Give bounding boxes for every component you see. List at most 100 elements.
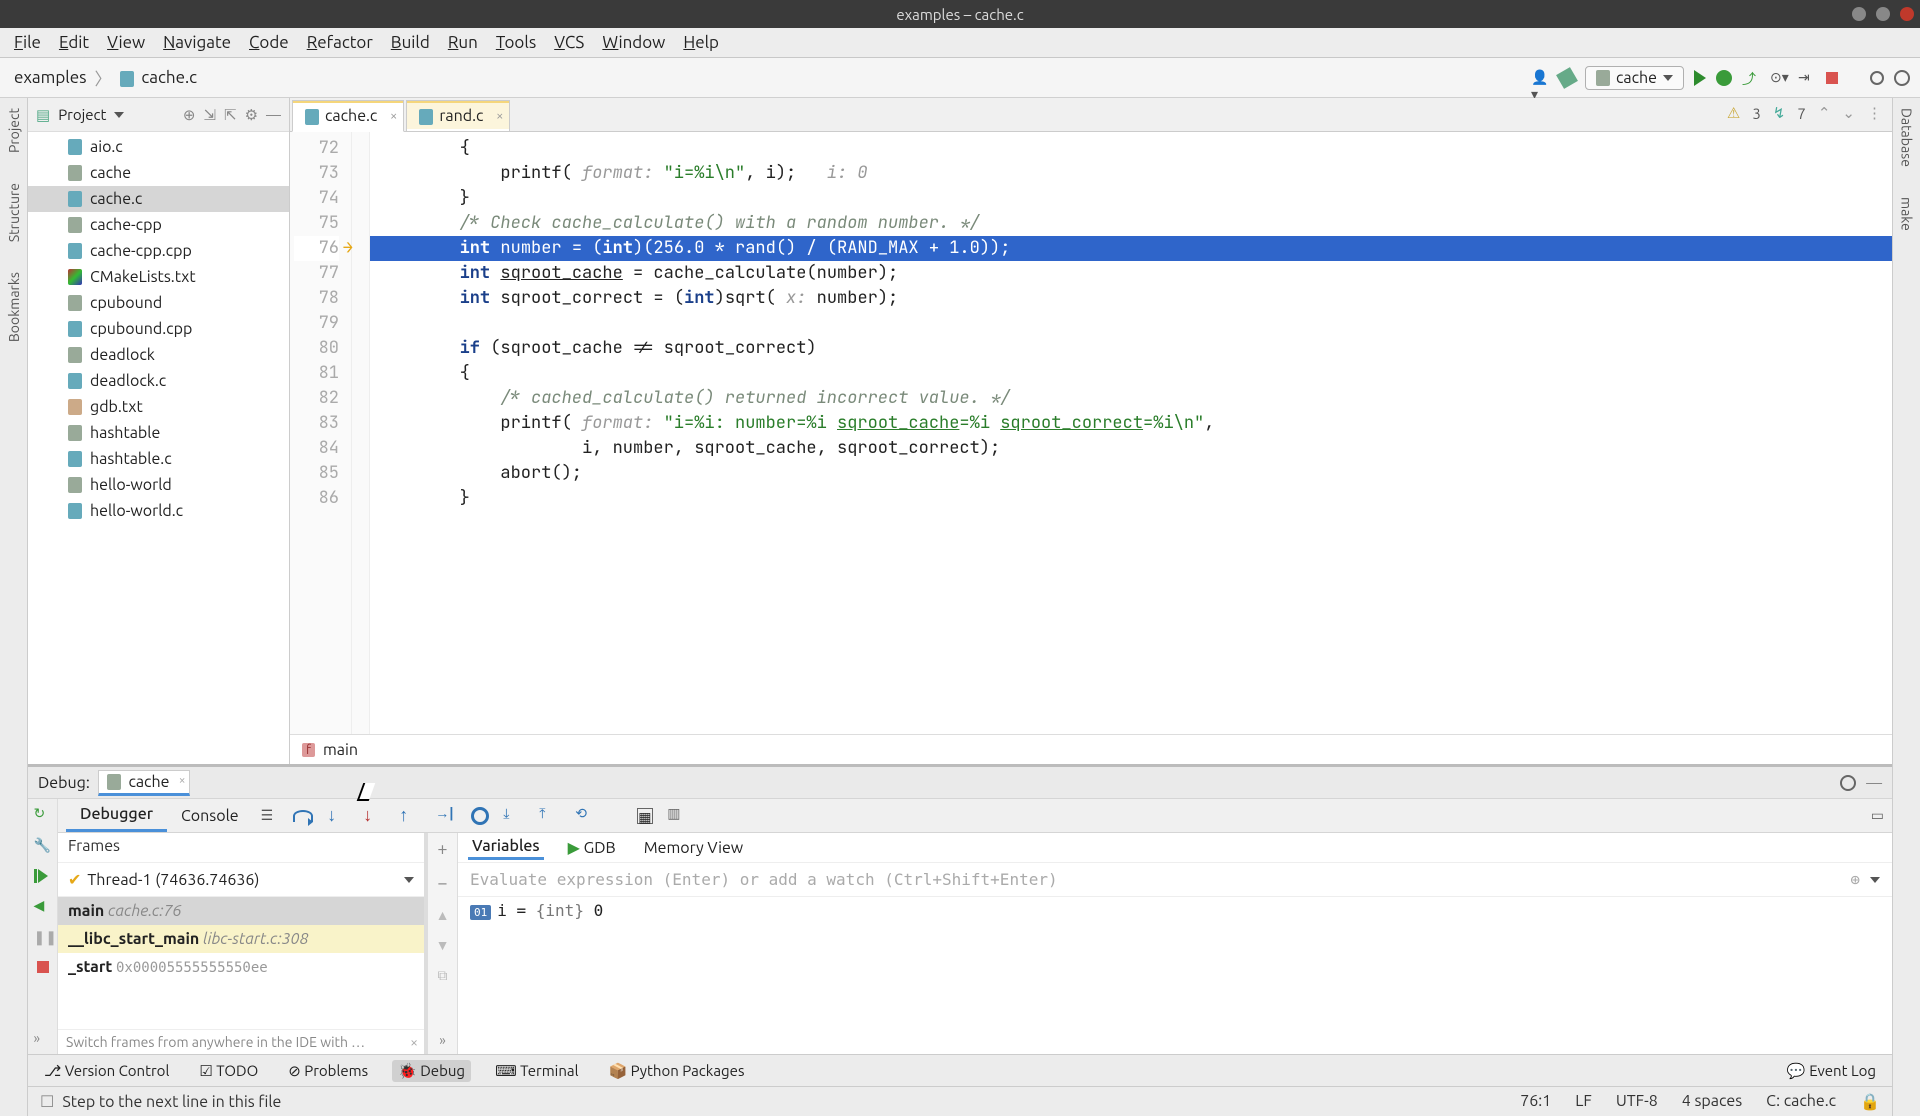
tool-tab-database[interactable]: Database (1899, 108, 1915, 167)
code-line[interactable]: if (sqroot_cache != sqroot_correct) (370, 336, 1892, 361)
tool-tab-structure[interactable]: Structure (6, 183, 22, 242)
step-into-button[interactable] (327, 805, 349, 827)
line-number[interactable]: 84 (294, 436, 339, 461)
coverage-button[interactable]: ⤴ (1742, 69, 1760, 87)
file-item[interactable]: aio.c (28, 134, 289, 160)
drop-frame-button[interactable]: ⤒ (539, 805, 561, 827)
code-line[interactable]: int sqroot_correct = (int)sqrt( x: numbe… (370, 286, 1892, 311)
menu-build[interactable]: Build (383, 31, 438, 54)
close-icon[interactable]: × (390, 109, 397, 123)
file-item[interactable]: hashtable.c (28, 446, 289, 472)
step-over-button[interactable] (293, 810, 313, 822)
tool-version-control[interactable]: ⎇ Version Control (38, 1060, 175, 1082)
menu-window[interactable]: Window (594, 31, 673, 54)
status-context[interactable]: C: cache.c (1766, 1092, 1836, 1111)
menu-tools[interactable]: Tools (488, 31, 544, 54)
file-item[interactable]: cache-cpp (28, 212, 289, 238)
add-watch-icon[interactable]: + (437, 839, 447, 859)
line-number[interactable]: 79 (294, 311, 339, 336)
tool-tab-bookmarks[interactable]: Bookmarks (6, 272, 22, 342)
crumb-project[interactable]: examples (10, 66, 91, 89)
run-config-selector[interactable]: cache (1585, 66, 1684, 90)
tool-python-packages[interactable]: 📦 Python Packages (603, 1060, 751, 1082)
context-crumb[interactable]: main (323, 741, 358, 759)
stack-frame[interactable]: _start 0x00005555555550ee (58, 953, 424, 981)
window-close-button[interactable] (1900, 7, 1914, 21)
menu-vcs[interactable]: VCS (546, 31, 592, 54)
debug-session-tab[interactable]: cache × (98, 770, 191, 796)
code-line[interactable]: printf( format: "i=%i: number=%i sqroot_… (370, 411, 1892, 436)
code-line[interactable]: { (370, 361, 1892, 386)
menu-help[interactable]: Help (675, 31, 727, 54)
calc-icon[interactable]: ▦ (637, 808, 653, 824)
code-line[interactable]: { (370, 136, 1892, 161)
prev-highlight-icon[interactable]: ⌃ (1818, 104, 1831, 122)
user-icon[interactable]: 👤▾ (1531, 69, 1549, 87)
step-out-button[interactable] (399, 805, 421, 827)
chevron-down-icon[interactable] (1870, 877, 1880, 883)
watch-input[interactable]: Evaluate expression (Enter) or add a wat… (458, 863, 1892, 897)
trace-current-button[interactable]: ⤓ (503, 805, 525, 827)
layout-icon[interactable]: ▭ (1871, 807, 1884, 824)
stack-frame[interactable]: main cache.c:76 (58, 897, 424, 925)
code-line[interactable]: } (370, 186, 1892, 211)
file-item[interactable]: hello-world.c (28, 498, 289, 524)
thread-selector[interactable]: ✔ Thread-1 (74636.74636) (58, 863, 424, 897)
more-icon[interactable]: » (439, 1032, 446, 1048)
line-number[interactable]: 75 (294, 211, 339, 236)
menu-edit[interactable]: Edit (51, 31, 97, 54)
evaluate-button[interactable] (471, 807, 489, 825)
variable-row[interactable]: 01i = {int} 0 (470, 901, 1880, 920)
stack-frame[interactable]: __libc_start_main libc-start.c:308 (58, 925, 424, 953)
stop-debug-button[interactable] (37, 961, 49, 973)
line-number[interactable]: 72 (294, 136, 339, 161)
locate-icon[interactable]: ⊕ (183, 106, 196, 124)
run-to-cursor-button[interactable] (435, 805, 457, 827)
menu-file[interactable]: File (6, 31, 49, 54)
tab-console[interactable]: Console (167, 801, 253, 831)
file-item[interactable]: CMakeLists.txt (28, 264, 289, 290)
tool-problems[interactable]: ⊘ Problems (282, 1060, 374, 1082)
tab-memory-view[interactable]: Memory View (640, 837, 748, 859)
tool-tab-make[interactable]: make (1899, 197, 1915, 231)
gear-icon[interactable] (1840, 775, 1856, 791)
line-number[interactable]: 80 (294, 336, 339, 361)
file-item[interactable]: hello-world (28, 472, 289, 498)
file-item[interactable]: deadlock.c (28, 368, 289, 394)
frame-list[interactable]: main cache.c:76__libc_start_main libc-st… (58, 897, 424, 1029)
reset-frame-button[interactable]: ⟲ (575, 805, 597, 827)
settings-icon[interactable] (1894, 70, 1910, 86)
code-body[interactable]: { printf( format: "i=%i\n", i); i: 0 } /… (370, 132, 1892, 734)
code-line[interactable]: i, number, sqroot_cache, sqroot_correct)… (370, 436, 1892, 461)
line-number[interactable]: 74 (294, 186, 339, 211)
pause-button[interactable]: ❚❚ (34, 929, 52, 947)
menu-code[interactable]: Code (241, 31, 297, 54)
tab-debugger[interactable]: Debugger (66, 799, 167, 832)
code-line[interactable]: } (370, 486, 1892, 511)
debug-button[interactable] (1716, 70, 1732, 86)
code-line[interactable]: abort(); (370, 461, 1892, 486)
variable-list[interactable]: 01i = {int} 0 (458, 897, 1892, 1054)
file-item[interactable]: gdb.txt (28, 394, 289, 420)
chevron-down-icon[interactable] (114, 112, 124, 118)
step-back-button[interactable]: ◀ (34, 897, 52, 915)
resume-button[interactable] (38, 869, 48, 883)
more-icon[interactable]: » (34, 1030, 52, 1048)
status-icon[interactable]: ☐ (40, 1092, 54, 1111)
tab-variables[interactable]: Variables (468, 835, 544, 860)
file-item[interactable]: cpubound.cpp (28, 316, 289, 342)
window-maximize-button[interactable] (1876, 7, 1890, 21)
close-icon[interactable]: × (496, 109, 503, 123)
copy-icon[interactable]: ⧉ (438, 967, 448, 984)
down-icon[interactable]: ▼ (436, 937, 450, 953)
file-item[interactable]: cache (28, 160, 289, 186)
project-tree[interactable]: aio.ccachecache.ccache-cppcache-cpp.cppC… (28, 132, 289, 764)
code-line[interactable]: int sqroot_cache = cache_calculate(numbe… (370, 261, 1892, 286)
editor-tab[interactable]: rand.c× (406, 100, 510, 131)
line-number[interactable]: 86 (294, 486, 339, 511)
menu-refactor[interactable]: Refactor (299, 31, 381, 54)
status-encoding[interactable]: UTF-8 (1616, 1092, 1658, 1111)
line-number[interactable]: 76 (294, 236, 339, 261)
status-line-separator[interactable]: LF (1575, 1092, 1592, 1111)
line-number[interactable]: 77 (294, 261, 339, 286)
